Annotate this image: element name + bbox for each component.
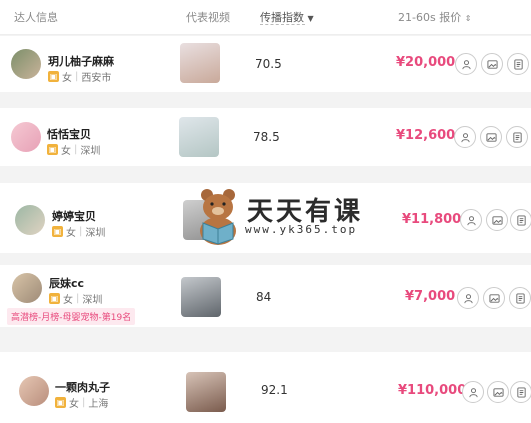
influencer-meta: ▣ 女 | 上海 bbox=[55, 397, 109, 410]
avatar[interactable] bbox=[11, 122, 41, 152]
gender-label: 女 bbox=[61, 146, 71, 157]
watermark: 天天有课 www.yk365.top bbox=[195, 187, 385, 247]
influencer-name[interactable]: 一颗肉丸子 bbox=[55, 379, 110, 395]
price-value: ¥20,000 bbox=[396, 55, 456, 70]
avatar[interactable] bbox=[15, 205, 45, 235]
document-button[interactable] bbox=[506, 126, 528, 148]
influencer-meta: ▣ 女 | 西安市 bbox=[48, 71, 112, 84]
gender-label: 女 bbox=[69, 399, 79, 410]
document-button[interactable] bbox=[510, 209, 531, 231]
gender-label: 女 bbox=[63, 295, 73, 306]
header-spread-index-label: 传播指数 bbox=[260, 11, 304, 24]
document-button[interactable] bbox=[507, 53, 529, 75]
table-header: 达人信息 代表视频 传播指数 ▼ 21-60s 报价 ⇕ bbox=[0, 0, 531, 35]
spread-index-value: 92.1 bbox=[261, 383, 288, 397]
avatar[interactable] bbox=[12, 273, 42, 303]
influencer-name[interactable]: 辰妹cc bbox=[49, 275, 84, 291]
image-button[interactable] bbox=[480, 126, 502, 148]
video-thumbnail[interactable] bbox=[181, 277, 221, 317]
avatar[interactable] bbox=[11, 49, 41, 79]
user-profile-button[interactable] bbox=[460, 209, 482, 231]
city-label: 深圳 bbox=[82, 295, 103, 306]
influencer-name[interactable]: 恬恬宝贝 bbox=[47, 126, 91, 142]
verified-badge-icon: ▣ bbox=[49, 293, 60, 304]
table-row[interactable]: 辰妹cc ▣ 女 | 深圳 高潜榜-月榜-母婴宠物-第19名 84 ¥7,000 bbox=[0, 265, 531, 327]
spread-index-value: 84 bbox=[256, 290, 272, 304]
image-icon bbox=[488, 293, 500, 303]
verified-badge-icon: ▣ bbox=[55, 397, 66, 408]
watermark-url: www.yk365.top bbox=[245, 223, 358, 236]
image-icon bbox=[485, 132, 497, 142]
image-button[interactable] bbox=[487, 381, 509, 403]
document-icon bbox=[516, 386, 526, 398]
document-icon bbox=[512, 131, 522, 143]
user-profile-button[interactable] bbox=[457, 287, 479, 309]
document-icon bbox=[513, 58, 523, 70]
table-row[interactable]: 恬恬宝贝 ▣ 女 | 深圳 78.5 ¥12,600 bbox=[0, 108, 531, 166]
gender-label: 女 bbox=[66, 228, 76, 239]
user-icon bbox=[461, 59, 471, 69]
verified-badge-icon: ▣ bbox=[47, 144, 58, 155]
video-thumbnail[interactable] bbox=[179, 117, 219, 157]
video-thumbnail[interactable] bbox=[180, 43, 220, 83]
user-icon bbox=[463, 293, 473, 303]
sort-underline bbox=[260, 24, 305, 25]
influencer-meta: ▣ 女 | 深圳 bbox=[49, 293, 103, 306]
avatar[interactable] bbox=[19, 376, 49, 406]
city-label: 深圳 bbox=[80, 146, 101, 157]
price-value: ¥7,000 bbox=[405, 289, 456, 304]
user-profile-button[interactable] bbox=[462, 381, 484, 403]
price-value: ¥11,800 bbox=[402, 212, 462, 227]
gender-label: 女 bbox=[62, 73, 72, 84]
document-button[interactable] bbox=[509, 287, 531, 309]
spread-index-value: 78.5 bbox=[253, 130, 280, 144]
video-thumbnail[interactable] bbox=[186, 372, 226, 412]
header-price-label: 21-60s 报价 bbox=[398, 11, 462, 24]
bear-reading-logo-icon bbox=[200, 189, 236, 245]
header-price[interactable]: 21-60s 报价 ⇕ bbox=[398, 9, 471, 25]
image-button[interactable] bbox=[481, 53, 503, 75]
user-icon bbox=[468, 387, 478, 397]
user-profile-button[interactable] bbox=[454, 126, 476, 148]
influencer-meta: ▣ 女 | 深圳 bbox=[52, 226, 106, 239]
sort-toggle-icon: ⇕ bbox=[464, 14, 472, 23]
document-icon bbox=[515, 292, 525, 304]
header-influencer-info: 达人信息 bbox=[14, 11, 58, 24]
sort-down-icon: ▼ bbox=[307, 14, 314, 23]
image-icon bbox=[492, 387, 504, 397]
user-profile-button[interactable] bbox=[455, 53, 477, 75]
image-icon bbox=[491, 215, 503, 225]
document-icon bbox=[516, 214, 526, 226]
influencer-name[interactable]: 婷婷宝贝 bbox=[52, 208, 96, 224]
city-label: 上海 bbox=[88, 399, 109, 410]
influencer-name[interactable]: 玥儿柚子麻麻 bbox=[48, 53, 114, 69]
table-row[interactable]: 一颗肉丸子 ▣ 女 | 上海 92.1 ¥110,000 bbox=[0, 352, 531, 423]
verified-badge-icon: ▣ bbox=[52, 226, 63, 237]
image-icon bbox=[486, 59, 498, 69]
header-spread-index[interactable]: 传播指数 ▼ bbox=[260, 9, 314, 25]
image-button[interactable] bbox=[483, 287, 505, 309]
user-icon bbox=[460, 132, 470, 142]
document-button[interactable] bbox=[510, 381, 531, 403]
spread-index-value: 70.5 bbox=[255, 57, 282, 71]
influencer-meta: ▣ 女 | 深圳 bbox=[47, 144, 101, 157]
user-icon bbox=[466, 215, 476, 225]
city-label: 西安市 bbox=[81, 73, 112, 84]
image-button[interactable] bbox=[486, 209, 508, 231]
price-value: ¥12,600 bbox=[396, 128, 456, 143]
verified-badge-icon: ▣ bbox=[48, 71, 59, 82]
header-representative-video: 代表视频 bbox=[186, 11, 230, 24]
price-value: ¥110,000 bbox=[398, 383, 467, 398]
ranking-tag[interactable]: 高潜榜-月榜-母婴宠物-第19名 bbox=[7, 308, 136, 325]
city-label: 深圳 bbox=[85, 228, 106, 239]
table-row[interactable]: 玥儿柚子麻麻 ▣ 女 | 西安市 70.5 ¥20,000 bbox=[0, 36, 531, 92]
